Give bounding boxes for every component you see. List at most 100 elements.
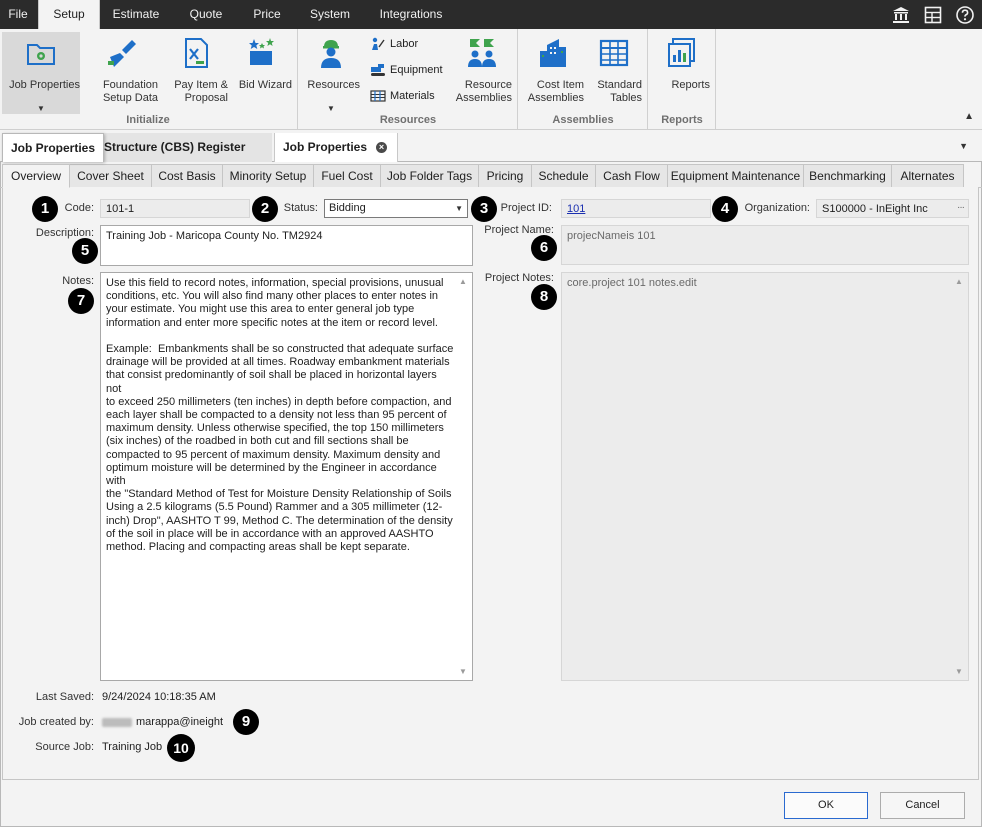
tab-cash-flow[interactable]: Cash Flow (596, 164, 668, 188)
source-job-label: Source Job: (35, 741, 94, 753)
close-tab-icon[interactable]: × (376, 142, 387, 153)
equipment-button[interactable]: Equipment (370, 60, 450, 80)
pay-item-proposal-button[interactable]: Pay Item & Proposal (164, 32, 228, 114)
doc-tab-job-properties[interactable]: Job Properties × (274, 133, 398, 162)
callout-4: 4 (712, 196, 738, 222)
help-icon[interactable] (955, 5, 975, 25)
organization-value: S100000 - InEight Inc (822, 203, 928, 215)
pay-item-proposal-label: Pay Item & Proposal (174, 79, 228, 104)
source-job-value: Training Job (102, 741, 163, 753)
standard-tables-button[interactable]: Standard Tables (586, 32, 642, 114)
status-label: Status: (283, 202, 318, 214)
project-notes-scrollbar[interactable]: ▲ ▼ (952, 273, 968, 680)
ribbon-separator (647, 29, 648, 129)
bank-icon[interactable] (891, 5, 911, 25)
menu-price[interactable]: Price (244, 0, 290, 29)
subtab-bar: Overview Cover Sheet Cost Basis Minority… (0, 164, 982, 188)
grid-icon[interactable] (923, 5, 943, 25)
wizard-icon (249, 38, 274, 65)
labor-label: Labor (390, 38, 419, 50)
doc-tab-job-properties-floating[interactable]: Job Properties (2, 133, 104, 162)
code-field: 101-1 (100, 199, 250, 218)
project-notes-field: core.project 101 notes.edit ▲ ▼ (561, 272, 969, 681)
equipment-icon (371, 64, 385, 76)
tab-overview[interactable]: Overview (2, 164, 70, 188)
tab-minority-setup[interactable]: Minority Setup (223, 164, 314, 188)
bid-wizard-button[interactable]: Bid Wizard (232, 32, 292, 114)
tab-cost-basis[interactable]: Cost Basis (152, 164, 223, 188)
job-created-by-value: marappa@ineight (136, 716, 223, 728)
cancel-button[interactable]: Cancel (880, 792, 965, 819)
menu-quote[interactable]: Quote (178, 0, 234, 29)
resource-assemblies-button[interactable]: Resource Assemblies (452, 32, 512, 114)
scroll-down-icon[interactable]: ▼ (459, 667, 467, 676)
tab-job-folder-tags[interactable]: Job Folder Tags (381, 164, 479, 188)
menu-estimate[interactable]: Estimate (104, 0, 168, 29)
project-id-label: Project ID: (500, 202, 552, 214)
project-name-value: projecNameis 101 (567, 230, 656, 242)
tab-schedule[interactable]: Schedule (532, 164, 596, 188)
foundation-setup-data-button[interactable]: Foundation Setup Data (86, 32, 158, 114)
ribbon-separator (715, 29, 716, 129)
folder-settings-icon (27, 44, 55, 65)
status-dropdown[interactable]: Bidding ▼ (324, 199, 468, 218)
last-saved-label: Last Saved: (35, 691, 94, 703)
organization-field[interactable]: S100000 - InEight Inc ··· (816, 199, 969, 218)
scroll-up-icon[interactable]: ▲ (955, 277, 963, 286)
tab-equipment-maintenance[interactable]: Equipment Maintenance (668, 164, 804, 188)
notes-textarea[interactable]: Use this field to record notes, informat… (100, 272, 473, 681)
cost-item-assemblies-button[interactable]: Cost Item Assemblies (522, 32, 584, 114)
document-tab-bar: Structure (CBS) Register Job Properties … (0, 130, 982, 162)
doc-tab-structure-register[interactable]: Structure (CBS) Register (96, 133, 272, 162)
callout-7: 7 (68, 288, 94, 314)
chevron-down-icon: ▼ (455, 204, 463, 213)
tab-alternates[interactable]: Alternates (892, 164, 964, 188)
menu-integrations[interactable]: Integrations (370, 0, 452, 29)
tab-cover-sheet[interactable]: Cover Sheet (70, 164, 152, 188)
callout-3: 3 (471, 196, 497, 222)
project-notes-value: core.project 101 notes.edit (567, 277, 697, 289)
labor-button[interactable]: Labor (370, 34, 450, 54)
menu-system[interactable]: System (302, 0, 358, 29)
foundation-setup-data-label: Foundation Setup Data (102, 79, 158, 104)
ok-button[interactable]: OK (784, 792, 868, 819)
resources-group-label: Resources (379, 114, 437, 126)
menu-file[interactable]: File (0, 0, 36, 29)
initialize-group-label: Initialize (126, 114, 170, 126)
menu-bar: File Setup Estimate Quote Price System I… (0, 0, 982, 29)
reports-icon (668, 38, 695, 67)
resources-label: Resources (307, 79, 360, 91)
description-input[interactable]: Training Job - Maricopa County No. TM292… (100, 225, 473, 266)
callout-8: 8 (531, 284, 557, 310)
collapse-ribbon-icon[interactable]: ▲ (964, 111, 974, 122)
menu-setup[interactable]: Setup (38, 0, 100, 29)
scroll-up-icon[interactable]: ▲ (459, 277, 467, 286)
tab-benchmarking[interactable]: Benchmarking (804, 164, 892, 188)
tab-fuel-cost[interactable]: Fuel Cost (314, 164, 381, 188)
document-x-icon (185, 38, 208, 68)
project-id-link[interactable]: 101 (567, 203, 585, 215)
standard-tables-label: Standard Tables (597, 79, 642, 104)
materials-button[interactable]: Materials (370, 86, 450, 106)
job-properties-button[interactable]: Job Properties ▼ (2, 32, 80, 114)
doc-tab-label: Structure (CBS) Register (104, 140, 246, 154)
callout-9: 9 (233, 709, 259, 735)
more-icon[interactable]: ··· (957, 202, 965, 213)
last-saved-value: 9/24/2024 10:18:35 AM (102, 691, 216, 703)
assemblies-group-label: Assemblies (552, 114, 614, 126)
doc-tab-label: Job Properties (283, 140, 368, 154)
callout-6: 6 (531, 235, 557, 261)
labor-icon (372, 37, 385, 50)
tab-list-dropdown-icon[interactable]: ▼ (959, 141, 968, 151)
job-created-by-label: Job created by: (18, 716, 94, 728)
tab-pricing[interactable]: Pricing (479, 164, 532, 188)
ribbon-separator (517, 29, 518, 129)
scroll-down-icon[interactable]: ▼ (955, 667, 963, 676)
notes-label: Notes: (62, 275, 94, 287)
job-created-by-field: marappa@ineight (102, 716, 223, 728)
resources-button[interactable]: Resources ▼ (302, 32, 360, 114)
notes-scrollbar[interactable]: ▲ ▼ (456, 273, 472, 680)
reports-button[interactable]: Reports (654, 32, 710, 114)
trowel-icon (108, 40, 136, 67)
reports-group-label: Reports (661, 114, 703, 126)
